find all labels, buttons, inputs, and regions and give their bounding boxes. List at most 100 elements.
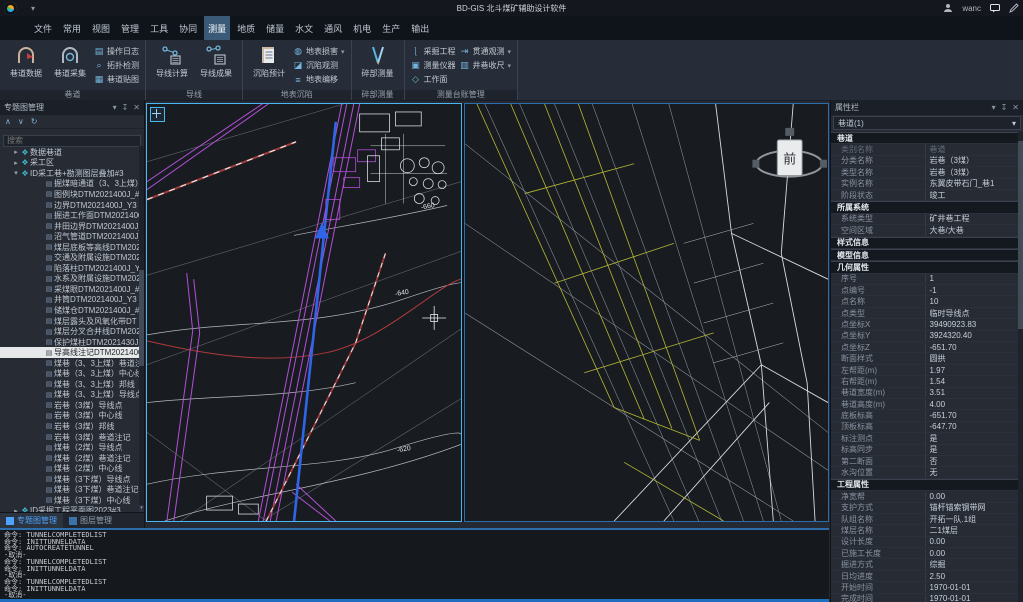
user-name[interactable]: wanc	[962, 4, 981, 13]
tree-item[interactable]: ▤ 采煤眼DTM2021400J_#5	[0, 284, 144, 295]
panel-tab[interactable]: 专题图管理	[0, 513, 63, 528]
property-row[interactable]: 左帮距(m) 1.97	[831, 365, 1018, 376]
tree-item[interactable]: ▤ 岩巷（3煤）导线点	[0, 400, 144, 411]
quick-access-caret-icon[interactable]: ▾	[31, 4, 35, 13]
tunnel-collect-button[interactable]: 巷道采集	[50, 43, 90, 79]
tree-item[interactable]: ▤ 掘煤暗通道（3、3上煤）	[0, 179, 144, 190]
command-console[interactable]: 命令: TUNNELCOMPLETEDLIST命令: INITTUNNELDAT…	[0, 528, 829, 602]
tree-item[interactable]: ▤ 保护煤柱DTM2021430J_Y3	[0, 337, 144, 348]
property-row[interactable]: 空间区域 大巷/大巷	[831, 225, 1018, 236]
tree-item[interactable]: ▤ 煤巷（3、3上煤）导线点	[0, 390, 144, 401]
property-row[interactable]: 巷道宽度(m) 3.51	[831, 388, 1018, 399]
menu-item[interactable]: 常用	[59, 16, 85, 40]
menu-item[interactable]: 测量	[204, 16, 230, 40]
close-icon[interactable]: ✕	[133, 103, 140, 112]
property-row[interactable]: 巷道高度(m) 4.00	[831, 399, 1018, 410]
scroll-down-arrow[interactable]: ▾	[139, 505, 144, 512]
tree-scrollbar[interactable]	[139, 146, 144, 512]
tree-item[interactable]: ▤ 煤巷（3、3上煤）巷道注记	[0, 358, 144, 369]
user-icon[interactable]	[943, 3, 953, 13]
close-icon[interactable]: ✕	[1012, 103, 1019, 112]
detail-survey-button[interactable]: 碎部测量	[358, 43, 398, 79]
instrument-ledger-button[interactable]: ▣测量仪器	[411, 59, 456, 72]
panel-menu-caret-icon[interactable]: ▾	[113, 103, 117, 112]
property-row[interactable]: 巷道	[831, 132, 1018, 144]
through-survey-button[interactable]: ⇥贯通观测▾	[460, 45, 512, 58]
menu-item[interactable]: 输出	[407, 16, 433, 40]
menu-item[interactable]: 视图	[88, 16, 114, 40]
tree-item[interactable]: ▤ 图例块DTM2021400J_#5	[0, 189, 144, 200]
property-row[interactable]: 序号 1	[831, 274, 1018, 285]
property-row[interactable]: 点坐标X 39490923.83	[831, 319, 1018, 330]
tree-item[interactable]: ▤ 煤巷（3、3上煤）中心线	[0, 368, 144, 379]
property-row[interactable]: 点坐标Y 3924320.40	[831, 331, 1018, 342]
property-row[interactable]: 工程属性	[831, 479, 1018, 491]
surface-damage-button[interactable]: ◍地表损害▾	[293, 45, 345, 58]
tunnel-patch-button[interactable]: ▦巷道贴图	[94, 73, 139, 86]
property-row[interactable]: 煤层名称 二1煤层	[831, 525, 1018, 536]
expand-all-button[interactable]: ∨	[18, 117, 24, 126]
expand-arrow-icon[interactable]: ▸	[12, 148, 20, 156]
property-row[interactable]: 已施工长度 0.00	[831, 548, 1018, 559]
expand-arrow-icon[interactable]: ▾	[12, 169, 20, 177]
traverse-calc-button[interactable]: 导线计算	[152, 43, 192, 79]
property-row[interactable]: 开始时间 1970-01-01	[831, 582, 1018, 593]
tree-item[interactable]: ▸ ❖ 采工区	[0, 158, 144, 169]
menu-item[interactable]: 生产	[378, 16, 404, 40]
tree-item[interactable]: ▤ 岩巷（3煤）巷道注记	[0, 432, 144, 443]
menu-item[interactable]: 通风	[320, 16, 346, 40]
expand-arrow-icon[interactable]: ▸	[12, 159, 20, 167]
menu-item[interactable]: 工具	[146, 16, 172, 40]
menu-item[interactable]: 管理	[117, 16, 143, 40]
property-row[interactable]: 水沟位置 无	[831, 467, 1018, 478]
search-input[interactable]	[3, 135, 141, 147]
subsidence-predict-button[interactable]: 沉陷预计	[249, 43, 289, 79]
property-row[interactable]: 点名称 10	[831, 296, 1018, 307]
tree-item[interactable]: ▤ 煤层分叉合并线DTM202	[0, 326, 144, 337]
tree-item[interactable]: ▤ 岩巷（3煤）邦线	[0, 421, 144, 432]
menu-item[interactable]: 协同	[175, 16, 201, 40]
property-row[interactable]: 几何属性	[831, 261, 1018, 273]
tree-item[interactable]: ▸ ❖ 数据巷道	[0, 147, 144, 158]
tree-item[interactable]: ▤ 储煤仓DTM2021400J_#5	[0, 305, 144, 316]
property-row[interactable]: 右帮距(m) 1.54	[831, 376, 1018, 387]
operation-log-button[interactable]: ▤操作日志	[94, 45, 139, 58]
tunnel-data-button[interactable]: 巷道数据	[6, 43, 46, 79]
tree-item[interactable]: ▤ 煤巷（2煤）巷道注记	[0, 453, 144, 464]
tree-item[interactable]: ▤ 井田边界DTM2021400J_Y3	[0, 221, 144, 232]
model-viewport[interactable]: 前	[464, 103, 829, 522]
panel-menu-caret-icon[interactable]: ▾	[992, 103, 996, 112]
property-row[interactable]: 净宽帮 0.00	[831, 491, 1018, 502]
excavation-ledger-button[interactable]: ⎱采掘工程	[411, 45, 456, 58]
subsidence-observe-button[interactable]: ◪沉陷观测	[293, 59, 345, 72]
menu-item[interactable]: 水文	[291, 16, 317, 40]
property-row[interactable]: 标注测点 是	[831, 433, 1018, 444]
tree-item[interactable]: ▤ 交通及附属设施DTM202	[0, 252, 144, 263]
property-row[interactable]: 所属系统	[831, 201, 1018, 213]
property-row[interactable]: 断面样式 圆拱	[831, 353, 1018, 364]
menu-item[interactable]: 文件	[30, 16, 56, 40]
property-row[interactable]: 底板标高 -651.70	[831, 410, 1018, 421]
tree-item[interactable]: ▤ 掘进工作面DTM2021400	[0, 210, 144, 221]
menu-item[interactable]: 地质	[233, 16, 259, 40]
property-row[interactable]: 类型名称 岩巷（3煤）	[831, 167, 1018, 178]
property-row[interactable]: 点坐标Z -651.70	[831, 342, 1018, 353]
collapse-all-button[interactable]: ∧	[5, 117, 11, 126]
tree-item[interactable]: ▤ 岩巷（3煤）中心线	[0, 411, 144, 422]
pin-icon[interactable]: ↧	[1001, 103, 1008, 112]
tree-item[interactable]: ▸ ❖ ID采掘工程平面图2023#3	[0, 506, 144, 512]
measure-tape-button[interactable]: ▥井巷收尺▾	[460, 59, 512, 72]
pencil-icon[interactable]	[1009, 3, 1019, 13]
tree-item[interactable]: ▤ 边界DTM2021400J_Y3	[0, 200, 144, 211]
property-row[interactable]: 点编号 -1	[831, 285, 1018, 296]
topology-check-button[interactable]: ⌕拓扑检测	[94, 59, 139, 72]
tree-item[interactable]: ▤ 煤巷（3、3上煤）邦线	[0, 379, 144, 390]
tree-item[interactable]: ▤ 井筒DTM2021400J_Y3	[0, 295, 144, 306]
property-row[interactable]: 类别名称 巷道	[831, 144, 1018, 155]
tree-item[interactable]: ▤ 煤巷（3下煤）巷道注记	[0, 485, 144, 496]
workface-ledger-button[interactable]: ◇工作面	[411, 73, 456, 86]
tree-item[interactable]: ▾ ❖ ID采工巷+勘测图层叠加#3	[0, 168, 144, 179]
property-row[interactable]: 标高同步 是	[831, 445, 1018, 456]
panel-tab[interactable]: 图层管理	[63, 513, 118, 528]
property-row[interactable]: 阶段状态 竣工	[831, 190, 1018, 201]
